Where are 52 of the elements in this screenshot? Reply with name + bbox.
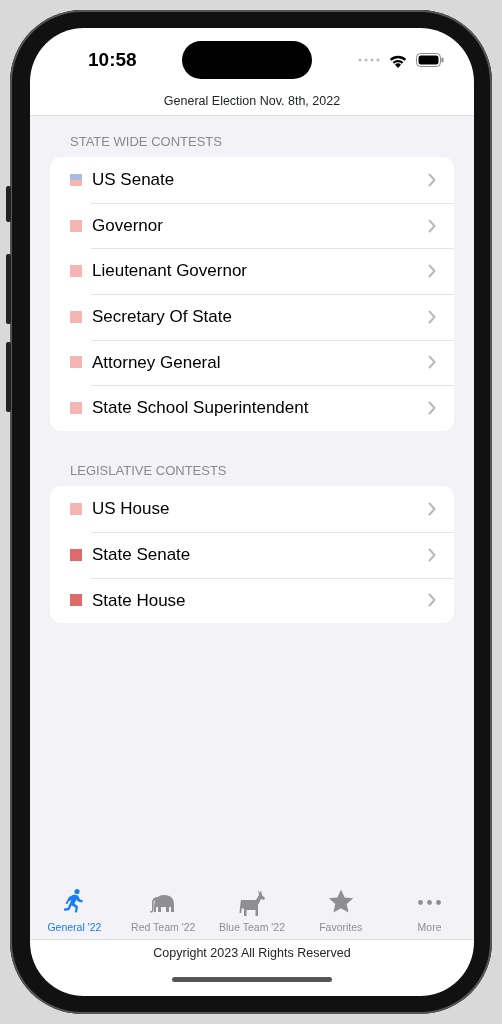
screen-title: General Election Nov. 8th, 2022 bbox=[30, 92, 474, 116]
tab-label: Red Team '22 bbox=[131, 920, 196, 935]
row-label: Lieutenant Governor bbox=[92, 260, 248, 283]
chevron-icon bbox=[428, 355, 436, 370]
row-label: State School Superintendent bbox=[92, 397, 310, 420]
color-swatch-icon bbox=[70, 356, 82, 369]
row-label: Attorney General bbox=[92, 351, 222, 374]
list-row[interactable]: Secretary Of State bbox=[50, 294, 454, 340]
list-row[interactable]: Governor bbox=[50, 202, 454, 249]
tab-item[interactable]: General '22 bbox=[30, 888, 119, 939]
chevron-icon bbox=[428, 593, 436, 608]
section-header: STATE WIDE CONTESTS bbox=[69, 132, 223, 151]
chevron-icon bbox=[428, 173, 436, 188]
chevron-icon bbox=[428, 218, 436, 233]
row-label: Governor bbox=[92, 214, 164, 237]
color-swatch-icon bbox=[70, 402, 82, 414]
row-label: State House bbox=[92, 589, 187, 612]
color-swatch-icon bbox=[70, 265, 82, 278]
star-icon bbox=[326, 888, 355, 916]
color-swatch-icon bbox=[70, 548, 82, 561]
row-label: US Senate bbox=[92, 169, 176, 192]
tab-label: More bbox=[417, 920, 442, 935]
color-swatch-icon bbox=[70, 219, 82, 232]
chevron-icon bbox=[428, 547, 436, 562]
more-icon bbox=[418, 899, 442, 905]
battery-icon bbox=[416, 53, 444, 67]
list-row[interactable]: Lieutenant Governor bbox=[50, 248, 454, 295]
list-row[interactable]: State House bbox=[50, 577, 454, 624]
color-swatch-icon bbox=[70, 310, 82, 323]
row-label: State Senate bbox=[92, 543, 192, 566]
chevron-icon bbox=[428, 309, 436, 324]
color-swatch-icon bbox=[70, 503, 82, 516]
list-row[interactable]: State School Superintendent bbox=[50, 385, 454, 431]
section-header: LEGISLATIVE CONTESTS bbox=[69, 461, 228, 480]
color-swatch-icon bbox=[70, 174, 82, 187]
signal-icon bbox=[358, 58, 380, 62]
list-row[interactable]: State Senate bbox=[50, 531, 454, 578]
tab-label: Favorites bbox=[319, 920, 363, 935]
list-row[interactable]: US Senate bbox=[50, 157, 454, 203]
chevron-icon bbox=[428, 401, 436, 415]
row-label: US House bbox=[92, 498, 171, 521]
donkey-icon bbox=[238, 888, 266, 916]
tab-label: General '22 bbox=[47, 920, 102, 935]
status-time: 10:58 bbox=[88, 47, 137, 72]
list-row[interactable]: US House bbox=[50, 486, 454, 532]
copyright-text: Copyright 2023 All Rights Reserved bbox=[152, 945, 352, 962]
list-row[interactable]: Attorney General bbox=[50, 339, 454, 386]
tab-label: Blue Team '22 bbox=[218, 920, 285, 935]
row-label: Secretary Of State bbox=[92, 306, 233, 329]
chevron-icon bbox=[428, 502, 436, 517]
color-swatch-icon bbox=[70, 594, 82, 607]
chevron-icon bbox=[428, 264, 436, 279]
